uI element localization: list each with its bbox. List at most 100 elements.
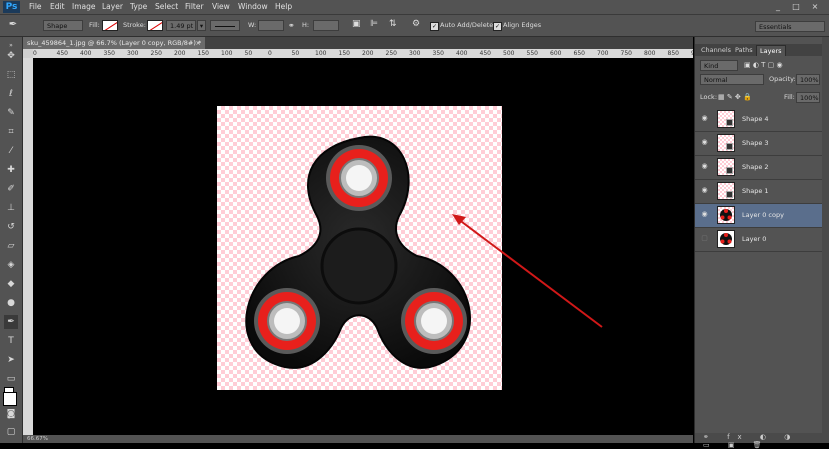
menu-layer[interactable]: Layer bbox=[102, 0, 123, 14]
menu-type[interactable]: Type bbox=[130, 0, 147, 14]
horizontal-ruler[interactable]: 0 450 400 350 300 250 200 150 100 50 0 50 100 150 200 2… bbox=[33, 49, 693, 58]
tab-channels[interactable]: Channels bbox=[698, 45, 734, 55]
quick-select-tool-icon[interactable]: ✎ bbox=[4, 106, 18, 120]
gear-icon[interactable]: ⚙ bbox=[412, 19, 420, 30]
crop-tool-icon[interactable]: ⌗ bbox=[4, 125, 18, 139]
annotation-arrow bbox=[452, 214, 603, 328]
blur-tool-icon[interactable]: ◆ bbox=[4, 277, 18, 291]
background-color-swatch[interactable] bbox=[3, 392, 17, 406]
menu-help[interactable]: Help bbox=[275, 0, 292, 14]
lock-icons[interactable]: ▦ ✎ ✥ 🔒 bbox=[718, 92, 752, 103]
auto-add-delete-checkbox[interactable]: ✓ bbox=[430, 22, 439, 31]
pen-tool-icon[interactable]: ✒ bbox=[4, 315, 18, 329]
layer-filter-dropdown[interactable]: Kind bbox=[700, 60, 738, 71]
layer-row[interactable]: ◉ Shape 3 bbox=[695, 132, 822, 156]
close-window-button[interactable]: × bbox=[808, 1, 822, 12]
blend-mode-dropdown[interactable]: Normal bbox=[700, 74, 764, 85]
clone-stamp-tool-icon[interactable]: ⊥ bbox=[4, 201, 18, 215]
shape-badge-icon bbox=[726, 191, 733, 198]
menu-edit[interactable]: Edit bbox=[50, 0, 65, 14]
eye-icon[interactable]: ◉ bbox=[700, 139, 709, 146]
align-edges-label: Align Edges bbox=[503, 21, 542, 29]
visibility-off-icon[interactable]: ▢ bbox=[700, 235, 709, 242]
layer-name[interactable]: Layer 0 bbox=[742, 228, 766, 251]
ruler-tick-label: 550 bbox=[526, 50, 538, 57]
path-alignment-icon[interactable]: ⊫ bbox=[370, 19, 378, 30]
ruler-tick-label: 300 bbox=[127, 50, 139, 57]
stroke-swatch[interactable] bbox=[147, 20, 163, 31]
type-tool-icon[interactable]: T bbox=[4, 334, 18, 348]
menu-filter[interactable]: Filter bbox=[185, 0, 204, 14]
link-icon[interactable]: ⚭ bbox=[288, 20, 295, 31]
layer-name[interactable]: Shape 2 bbox=[742, 156, 769, 179]
ruler-tick-label: 600 bbox=[550, 50, 562, 57]
ruler-tick-label: 50 bbox=[244, 50, 253, 57]
filter-icons[interactable]: ▣ ◐ T ▢ ◉ bbox=[744, 60, 783, 71]
fill-opacity-field[interactable]: 100% bbox=[796, 92, 820, 103]
width-field[interactable] bbox=[258, 20, 284, 31]
stroke-width-field[interactable]: 1.49 pt bbox=[166, 20, 196, 31]
layer-row-selected[interactable]: ◉ Layer 0 copy bbox=[695, 204, 822, 228]
align-edges-checkbox[interactable]: ✓ bbox=[493, 22, 502, 31]
layer-row[interactable]: ◉ Shape 2 bbox=[695, 156, 822, 180]
ruler-tick-label: 100 bbox=[315, 50, 327, 57]
minimize-button[interactable]: _ bbox=[771, 1, 785, 12]
document-tab-close-icon[interactable]: × bbox=[196, 37, 201, 49]
tab-bar-empty bbox=[205, 37, 693, 49]
eyedropper-tool-icon[interactable]: ⁄ bbox=[4, 144, 18, 158]
tab-paths[interactable]: Paths bbox=[732, 45, 756, 55]
paint-bucket-tool-icon[interactable]: ◈ bbox=[4, 258, 18, 272]
layer-row[interactable]: ◉ Shape 4 bbox=[695, 108, 822, 132]
layer-row[interactable]: ◉ Shape 1 bbox=[695, 180, 822, 204]
lock-label: Lock: bbox=[700, 93, 718, 101]
document-tab[interactable]: sku_459864_1.jpg @ 66.7% (Layer 0 copy, … bbox=[23, 37, 205, 49]
menu-window[interactable]: Window bbox=[238, 0, 268, 14]
zoom-level[interactable]: 66.67% bbox=[27, 436, 48, 442]
shape-tool-icon[interactable]: ▭ bbox=[4, 372, 18, 386]
layer-actions-icons[interactable]: ⚭ fx ◐ ◑ ▭ ▣ 🗑 bbox=[703, 433, 822, 449]
marquee-tool-icon[interactable]: ⬚ bbox=[4, 68, 18, 82]
layer-name[interactable]: Shape 3 bbox=[742, 132, 769, 155]
lasso-tool-icon[interactable]: ℓ bbox=[4, 87, 18, 101]
screen-mode-icon[interactable]: ▢ bbox=[4, 425, 18, 439]
quick-mask-icon[interactable]: ◙ bbox=[4, 407, 18, 421]
layer-name[interactable]: Shape 1 bbox=[742, 180, 769, 203]
layer-thumbnail bbox=[717, 158, 735, 176]
menu-view[interactable]: View bbox=[212, 0, 230, 14]
path-operations-icon[interactable]: ▣ bbox=[352, 19, 361, 30]
menu-image[interactable]: Image bbox=[72, 0, 96, 14]
ruler-origin[interactable] bbox=[23, 49, 33, 58]
eye-icon[interactable]: ◉ bbox=[700, 115, 709, 122]
opacity-field[interactable]: 100% bbox=[796, 74, 820, 85]
layer-row[interactable]: ▢ Layer 0 bbox=[695, 228, 822, 252]
layer-name[interactable]: Layer 0 copy bbox=[742, 204, 784, 227]
eye-icon[interactable]: ◉ bbox=[700, 187, 709, 194]
ruler-tick-label: 250 bbox=[150, 50, 162, 57]
tab-layers[interactable]: Layers bbox=[756, 45, 786, 56]
ruler-tick-label: 800 bbox=[644, 50, 656, 57]
stroke-width-dropdown[interactable]: ▾ bbox=[197, 20, 206, 31]
menu-select[interactable]: Select bbox=[155, 0, 178, 14]
healing-brush-tool-icon[interactable]: ✚ bbox=[4, 163, 18, 177]
fill-swatch[interactable] bbox=[102, 20, 118, 31]
pen-tool-preset-icon[interactable]: ✒ bbox=[6, 18, 20, 32]
move-tool-icon[interactable]: ✥ bbox=[4, 49, 18, 63]
path-arrangement-icon[interactable]: ⇅ bbox=[389, 19, 397, 30]
shape-badge-icon bbox=[726, 119, 733, 126]
menu-file[interactable]: File bbox=[29, 0, 42, 14]
eye-icon[interactable]: ◉ bbox=[700, 163, 709, 170]
path-selection-tool-icon[interactable]: ➤ bbox=[4, 353, 18, 367]
stroke-type-dropdown[interactable] bbox=[210, 20, 240, 31]
maximize-button[interactable]: □ bbox=[789, 1, 803, 12]
eraser-tool-icon[interactable]: ▱ bbox=[4, 239, 18, 253]
dodge-tool-icon[interactable]: ● bbox=[4, 296, 18, 310]
brush-tool-icon[interactable]: ✐ bbox=[4, 182, 18, 196]
height-field[interactable] bbox=[313, 20, 339, 31]
workspace-dropdown[interactable]: Essentials bbox=[755, 21, 825, 32]
vertical-ruler[interactable] bbox=[23, 58, 33, 443]
layer-name[interactable]: Shape 4 bbox=[742, 108, 769, 131]
tools-panel: » ✥ ⬚ ℓ ✎ ⌗ ⁄ ✚ ✐ ⊥ ↺ ▱ ◈ ◆ ● ✒ T ➤ ▭ ✋ … bbox=[0, 37, 23, 443]
tool-mode-dropdown[interactable]: Shape bbox=[43, 20, 83, 31]
eye-icon[interactable]: ◉ bbox=[700, 211, 709, 218]
history-brush-tool-icon[interactable]: ↺ bbox=[4, 220, 18, 234]
